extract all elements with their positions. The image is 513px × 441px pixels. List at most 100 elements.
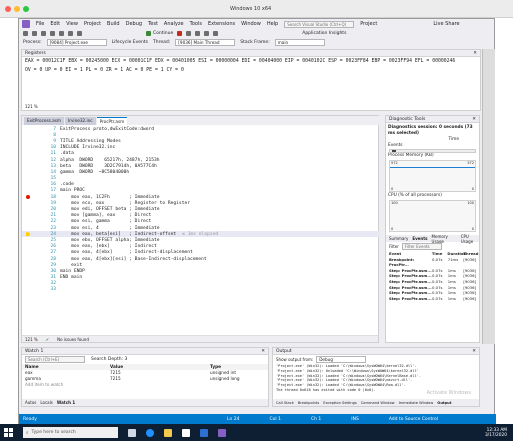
tab-procptr[interactable]: ProcPtr.asm <box>96 116 128 125</box>
close-icon[interactable]: ✕ <box>473 51 477 56</box>
breakpoint-icon[interactable] <box>26 195 30 200</box>
close-icon[interactable]: ✕ <box>472 117 476 122</box>
application-insights-button[interactable]: Application Insights <box>302 31 346 36</box>
code-text: ExitProcess proto,dwExitCode:dword <box>60 126 155 132</box>
filter-events-input[interactable]: Filter Events <box>401 243 442 250</box>
search-depth[interactable]: Search Depth: 3 <box>91 357 127 362</box>
tab-exception-settings[interactable]: Exception Settings <box>323 401 357 405</box>
tab-command-window[interactable]: Command Window <box>361 401 395 405</box>
lifecycle-events-button[interactable]: Lifecycle Events <box>112 40 148 45</box>
memory-graph: 572 572 0 0 <box>389 160 476 192</box>
taskbar-search-input[interactable]: ⌕ Type here to search <box>23 427 118 438</box>
menu-extensions[interactable]: Extensions <box>208 21 235 27</box>
tab-watch1[interactable]: Watch 1 <box>57 400 75 405</box>
close-icon[interactable]: ✕ <box>472 349 476 354</box>
tab-irvine32[interactable]: Irvine32.inc <box>64 116 96 125</box>
undo-icon[interactable] <box>68 31 73 36</box>
tab-breakpoints[interactable]: Breakpoints <box>298 401 319 405</box>
menu-edit[interactable]: Edit <box>50 21 60 27</box>
menu-help[interactable]: Help <box>267 21 278 27</box>
close-icon[interactable]: ✕ <box>261 349 265 354</box>
menu-analyze[interactable]: Analyze <box>164 21 184 27</box>
minimize-dot-icon[interactable] <box>14 5 20 12</box>
edge-icon[interactable] <box>146 428 154 437</box>
watch-search-input[interactable]: Search (Ctrl+E) <box>25 356 85 363</box>
tab-exitprocess[interactable]: ExitProcess.asm <box>24 116 64 125</box>
windows-start-icon[interactable] <box>4 428 13 437</box>
editor-zoom[interactable]: 121 % <box>25 337 38 342</box>
registers-zoom[interactable]: 121 % <box>25 104 38 109</box>
code-text: mov ebx, OFFSET alpha; Immediate <box>60 237 160 243</box>
output-source-dropdown[interactable]: Debug <box>316 356 367 363</box>
event-row[interactable]: Step: ProcPtr.asm... 0.07s 1ms [9036] <box>386 296 479 302</box>
line-number: 7 <box>53 126 56 132</box>
event-row[interactable]: Breakpoint: ProcPtr... 0.07s 71ms [9036] <box>386 257 479 268</box>
quick-search-input[interactable]: Search Visual Studio (Ctrl+Q) <box>284 20 355 28</box>
redo-icon[interactable] <box>77 31 82 36</box>
perf-tip: ≤ 1ms elapsed <box>182 231 219 237</box>
search-icon: ⌕ <box>26 430 29 436</box>
stop-icon[interactable] <box>177 31 183 36</box>
tab-cpu-usage[interactable]: CPU Usage <box>461 234 479 244</box>
live-share-button[interactable]: Live Share <box>433 21 459 27</box>
code-text: mov eax, 4[ebx][esi] ; Base-Indirect-dis… <box>60 256 207 262</box>
output-text: 'Project.exe' (Win32): Loaded 'C:\Window… <box>273 364 479 393</box>
stack-frame-dropdown[interactable]: main <box>274 39 325 46</box>
menu-view[interactable]: View <box>66 21 78 27</box>
code-text: mov esi, 4 ; Immediate <box>60 225 160 231</box>
status-bar: Ready Ln 24 Col 1 Ch 1 INS Add to Source… <box>19 414 496 424</box>
diagnostic-tabs: Summary Events Memory Usage CPU Usage <box>386 234 479 244</box>
new-file-icon[interactable] <box>41 31 46 36</box>
diagnostic-tools-panel: Diagnostic Tools ✕ Diagnostics session: … <box>385 115 480 343</box>
save-icon[interactable] <box>59 31 64 36</box>
step-out-icon[interactable] <box>213 31 219 36</box>
maximize-dot-icon[interactable] <box>23 5 29 12</box>
forward-icon[interactable] <box>32 31 37 36</box>
tab-output[interactable]: Output <box>437 401 451 405</box>
line-number: 8 <box>53 132 56 138</box>
store-icon[interactable] <box>182 428 190 437</box>
mail-icon[interactable] <box>200 428 208 437</box>
open-icon[interactable] <box>50 31 55 36</box>
filter-button[interactable]: Filter <box>389 244 399 249</box>
tab-events[interactable]: Events <box>412 236 427 241</box>
visual-studio-taskbar-icon[interactable] <box>218 428 226 437</box>
line-number: 12 <box>50 157 56 163</box>
menu-build[interactable]: Build <box>107 21 120 27</box>
tab-locals[interactable]: Locals <box>40 400 52 405</box>
code-text: main PROC <box>60 188 85 194</box>
diagnostic-header: Diagnostic Tools ✕ <box>386 116 479 123</box>
menu-file[interactable]: File <box>36 21 44 27</box>
task-view-icon[interactable] <box>128 428 136 437</box>
step-into-icon[interactable] <box>195 31 201 36</box>
tab-call-stack[interactable]: Call Stack <box>276 401 294 405</box>
code-line[interactable]: 33 <box>22 287 380 293</box>
output-title: Output <box>276 348 292 354</box>
tab-summary[interactable]: Summary <box>389 236 408 241</box>
close-dot-icon[interactable] <box>5 5 11 12</box>
menu-project[interactable]: Project <box>84 21 101 27</box>
source-control-button[interactable]: Add to Source Control <box>389 417 438 422</box>
status-col: Col 1 <box>269 416 281 422</box>
tab-immediate-window[interactable]: Immediate Window <box>399 401 434 405</box>
menu-tools[interactable]: Tools <box>190 21 202 27</box>
step-over-icon[interactable] <box>204 31 210 36</box>
code-text: .code <box>60 182 74 188</box>
taskbar-clock[interactable]: 12:33 AM 3/17/2020 <box>485 428 507 438</box>
code-area[interactable]: 7 ExitProcess proto,dwExitCode:dword 8 9 TIT… <box>22 126 380 340</box>
add-watch-item[interactable]: Add item to watch <box>22 382 268 388</box>
menu-test[interactable]: Test <box>148 21 158 27</box>
tab-autos[interactable]: Autos <box>25 400 36 405</box>
back-icon[interactable] <box>23 31 28 36</box>
menu-window[interactable]: Window <box>241 21 261 27</box>
restart-icon[interactable] <box>186 31 192 36</box>
tab-memory-usage[interactable]: Memory Usage <box>432 234 457 244</box>
continue-button[interactable]: Continue <box>146 31 173 36</box>
line-number: 22 <box>50 219 56 225</box>
issues-indicator: No issues found <box>57 336 89 342</box>
thread-dropdown[interactable]: [9036] Main Thread <box>175 39 236 46</box>
file-explorer-icon[interactable] <box>164 428 172 437</box>
code-text: gamma DWORD ~8C5804000h <box>60 169 130 175</box>
process-dropdown[interactable]: [9084] Project.exe <box>46 39 107 46</box>
menu-debug[interactable]: Debug <box>126 21 142 27</box>
